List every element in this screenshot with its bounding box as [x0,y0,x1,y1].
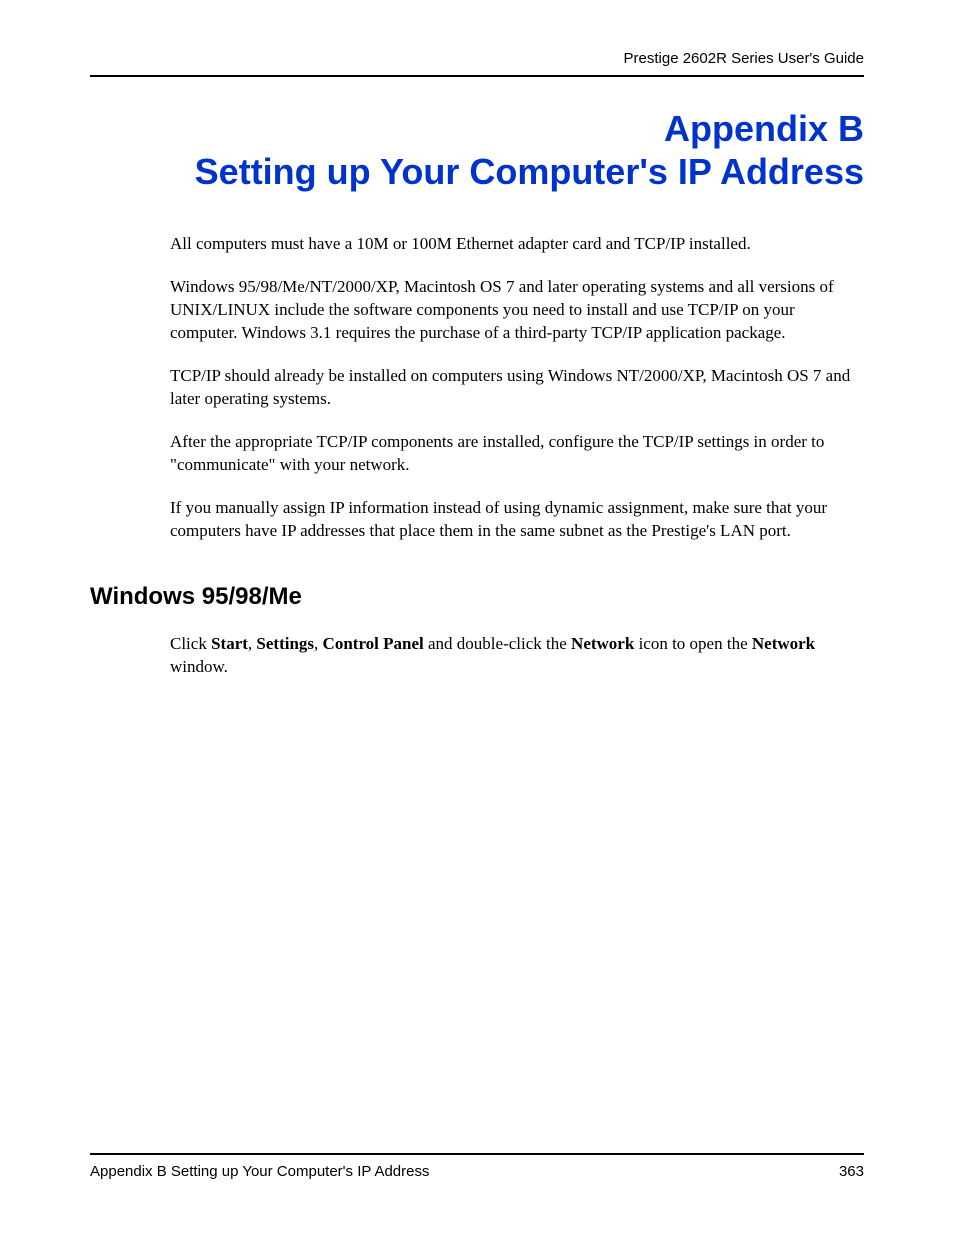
text-segment: , [314,634,323,653]
instruction-paragraph: Click Start, Settings, Control Panel and… [90,633,864,679]
bold-start: Start [211,634,248,653]
page-footer: Appendix B Setting up Your Computer's IP… [90,1153,864,1180]
guide-title: Prestige 2602R Series User's Guide [624,50,864,67]
bold-network-window: Network [752,634,815,653]
text-segment: Click [170,634,211,653]
section-heading-windows9598me: Windows 95/98/Me [90,583,864,611]
paragraph-4: After the appropriate TCP/IP components … [170,431,864,477]
text-segment: and double-click the [424,634,571,653]
bold-network-icon: Network [571,634,634,653]
text-segment: window. [170,657,228,676]
bold-settings: Settings [256,634,314,653]
footer-page-number: 363 [839,1163,864,1180]
paragraph-5: If you manually assign IP information in… [170,497,864,543]
bold-control-panel: Control Panel [323,634,424,653]
paragraph-3: TCP/IP should already be installed on co… [170,365,864,411]
text-segment: icon to open the [634,634,752,653]
appendix-label: Appendix B [90,107,864,150]
document-page: Prestige 2602R Series User's Guide Appen… [0,0,954,1235]
paragraph-2: Windows 95/98/Me/NT/2000/XP, Macintosh O… [170,276,864,345]
footer-left: Appendix B Setting up Your Computer's IP… [90,1163,429,1180]
body-content: All computers must have a 10M or 100M Et… [90,233,864,542]
title-block: Appendix B Setting up Your Computer's IP… [90,107,864,193]
page-header: Prestige 2602R Series User's Guide [90,50,864,77]
appendix-title: Setting up Your Computer's IP Address [90,150,864,193]
paragraph-1: All computers must have a 10M or 100M Et… [170,233,864,256]
